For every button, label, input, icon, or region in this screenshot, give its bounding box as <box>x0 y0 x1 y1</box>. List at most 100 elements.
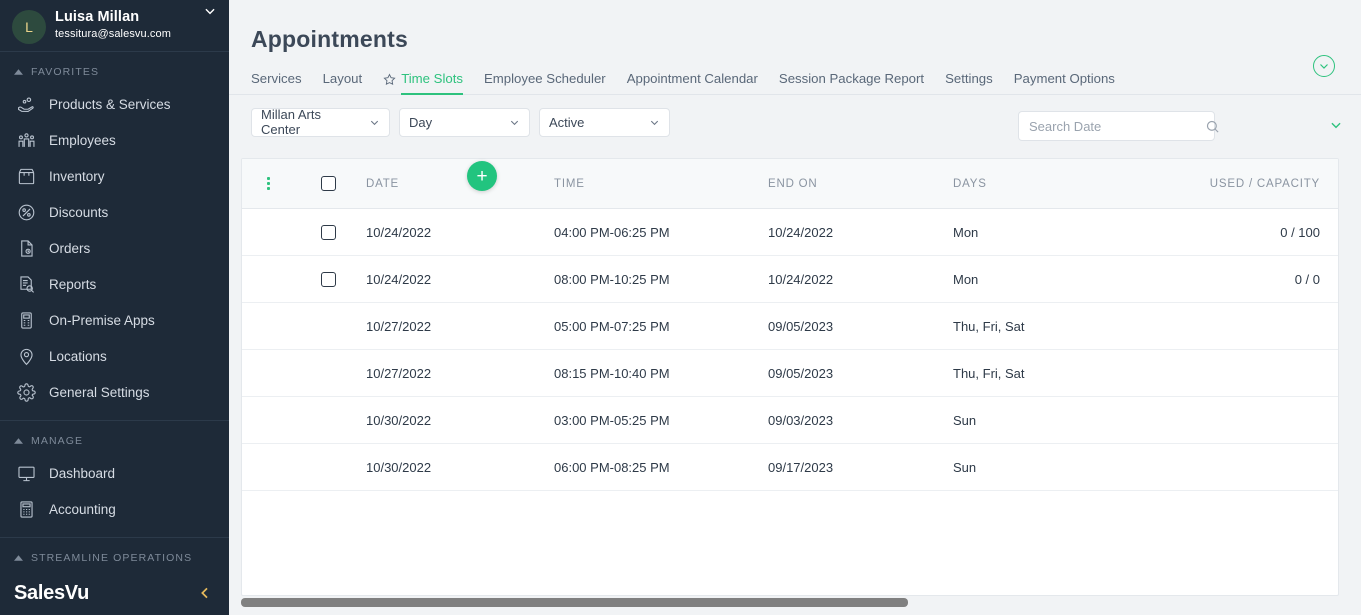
cell-time: 03:00 PM-05:25 PM <box>554 412 670 428</box>
employees-icon <box>15 129 37 151</box>
search-date-field[interactable] <box>1018 111 1219 141</box>
period-select[interactable]: Day <box>399 107 530 137</box>
reports-icon <box>15 273 37 295</box>
user-email: tessitura@salesvu.com <box>55 28 171 40</box>
table-row[interactable]: 10/30/2022 06:00 PM-08:25 PM 09/17/2023 … <box>242 444 1338 491</box>
table-row[interactable]: 10/24/2022 08:00 PM-10:25 PM 10/24/2022 … <box>242 256 1338 303</box>
tab-appointment-calendar[interactable]: Appointment Calendar <box>627 71 758 94</box>
discount-percent-icon <box>15 201 37 223</box>
chevron-down-circle-icon[interactable] <box>1313 55 1335 77</box>
cell-end-on: 10/24/2022 <box>768 224 834 240</box>
sidebar-item-locations[interactable]: Locations <box>0 338 229 374</box>
sidebar: L Luisa Millan tessitura@salesvu.com FAV… <box>0 0 229 615</box>
column-header-used-capacity[interactable]: USED / CAPACITY <box>1193 178 1338 190</box>
more-vertical-icon[interactable] <box>266 177 270 190</box>
row-select-cell[interactable] <box>294 224 362 240</box>
sidebar-item-inventory[interactable]: Inventory <box>0 158 229 194</box>
caret-up-icon <box>14 438 23 444</box>
sidebar-section-favorites[interactable]: FAVORITES <box>0 52 229 86</box>
location-select[interactable]: Millan Arts Center <box>251 107 390 137</box>
cell-days: Thu, Fri, Sat <box>953 365 1025 381</box>
sidebar-item-label: Orders <box>49 240 91 256</box>
status-select[interactable]: Active <box>539 107 670 137</box>
cell-date: 10/27/2022 <box>366 318 432 334</box>
column-header-time[interactable]: TIME <box>554 178 768 190</box>
sidebar-item-on-premise-apps[interactable]: On-Premise Apps <box>0 302 229 338</box>
sidebar-item-label: On-Premise Apps <box>49 312 155 328</box>
sidebar-section-label: FAVORITES <box>31 66 100 78</box>
horizontal-scrollbar[interactable] <box>241 598 1339 607</box>
cell-days: Mon <box>953 224 979 240</box>
caret-up-icon <box>14 555 23 561</box>
cell-time: 08:00 PM-10:25 PM <box>554 271 670 287</box>
page-title: Appointments <box>251 26 408 52</box>
sidebar-item-products-services[interactable]: Products & Services <box>0 86 229 122</box>
user-name: Luisa Millan <box>55 9 140 25</box>
search-icon[interactable] <box>1205 119 1220 134</box>
row-select-cell[interactable] <box>294 271 362 287</box>
status-select-value: Active <box>549 114 585 130</box>
chevron-left-icon[interactable] <box>197 585 213 601</box>
cell-date: 10/30/2022 <box>366 459 432 475</box>
cell-days: Sun <box>953 412 977 428</box>
tab-settings[interactable]: Settings <box>945 71 993 94</box>
chevron-down-icon[interactable] <box>203 4 217 18</box>
row-checkbox[interactable] <box>320 271 336 287</box>
cell-time: 04:00 PM-06:25 PM <box>554 224 670 240</box>
sidebar-section-label: STREAMLINE OPERATIONS <box>31 552 193 564</box>
table-row[interactable]: 10/27/2022 08:15 PM-10:40 PM 09/05/2023 … <box>242 350 1338 397</box>
sidebar-item-label: General Settings <box>49 384 150 400</box>
chevron-down-icon[interactable] <box>1329 118 1343 132</box>
column-header-end-on[interactable]: END ON <box>768 178 953 190</box>
sidebar-item-reports[interactable]: Reports <box>0 266 229 302</box>
cell-end-on: 09/17/2023 <box>768 459 834 475</box>
tab-time-slots[interactable]: Time Slots <box>401 71 463 95</box>
sidebar-item-label: Inventory <box>49 168 105 184</box>
app-root: L Luisa Millan tessitura@salesvu.com FAV… <box>0 0 1361 615</box>
cell-time: 08:15 PM-10:40 PM <box>554 365 670 381</box>
tab-session-package-report[interactable]: Session Package Report <box>779 71 924 94</box>
tab-employee-scheduler[interactable]: Employee Scheduler <box>484 71 606 94</box>
cell-days: Sun <box>953 459 977 475</box>
sidebar-section-manage[interactable]: MANAGE <box>0 421 229 455</box>
tab-services[interactable]: Services <box>251 71 302 94</box>
star-outline-icon[interactable] <box>383 73 396 86</box>
cell-days: Thu, Fri, Sat <box>953 318 1025 334</box>
chevron-down-icon <box>649 117 660 128</box>
sidebar-item-discounts[interactable]: Discounts <box>0 194 229 230</box>
period-select-value: Day <box>409 114 433 130</box>
sidebar-section-streamline-operations[interactable]: STREAMLINE OPERATIONS <box>0 538 229 572</box>
sidebar-item-employees[interactable]: Employees <box>0 122 229 158</box>
row-checkbox[interactable] <box>320 224 336 240</box>
select-all-checkbox[interactable] <box>320 176 336 191</box>
cell-end-on: 10/24/2022 <box>768 271 834 287</box>
select-all-cell[interactable] <box>294 176 362 191</box>
search-input[interactable] <box>1029 118 1205 134</box>
table-row[interactable]: 10/24/2022 04:00 PM-06:25 PM 10/24/2022 … <box>242 209 1338 256</box>
time-slots-table: DATE TIME END ON DAYS USED / CAPACITY 10… <box>241 158 1339 596</box>
tab-payment-options[interactable]: Payment Options <box>1014 71 1115 94</box>
location-select-value: Millan Arts Center <box>261 107 321 137</box>
sidebar-item-label: Products & Services <box>49 96 171 112</box>
sidebar-item-dashboard[interactable]: Dashboard <box>0 455 229 491</box>
salesvu-logo: SalesVu <box>14 581 89 604</box>
column-header-days[interactable]: DAYS <box>953 178 1193 190</box>
add-row-fab[interactable]: + <box>467 161 497 191</box>
on-premise-apps-icon <box>15 309 37 331</box>
sidebar-item-orders[interactable]: Orders <box>0 230 229 266</box>
location-pin-icon <box>15 345 37 367</box>
table-row[interactable]: 10/30/2022 03:00 PM-05:25 PM 09/03/2023 … <box>242 397 1338 444</box>
avatar: L <box>12 10 46 44</box>
row-actions-header[interactable] <box>242 177 294 190</box>
horizontal-scrollbar-thumb[interactable] <box>241 598 908 607</box>
sidebar-item-label: Employees <box>49 132 116 148</box>
user-account-header[interactable]: L Luisa Millan tessitura@salesvu.com <box>0 0 229 52</box>
sidebar-item-accounting[interactable]: Accounting <box>0 491 229 527</box>
table-row[interactable]: 10/27/2022 05:00 PM-07:25 PM 09/05/2023 … <box>242 303 1338 350</box>
gear-icon <box>15 381 37 403</box>
tab-layout[interactable]: Layout <box>323 71 363 94</box>
caret-up-icon <box>14 69 23 75</box>
cell-end-on: 09/03/2023 <box>768 412 834 428</box>
column-header-date[interactable]: DATE <box>362 178 554 190</box>
sidebar-item-general-settings[interactable]: General Settings <box>0 374 229 410</box>
